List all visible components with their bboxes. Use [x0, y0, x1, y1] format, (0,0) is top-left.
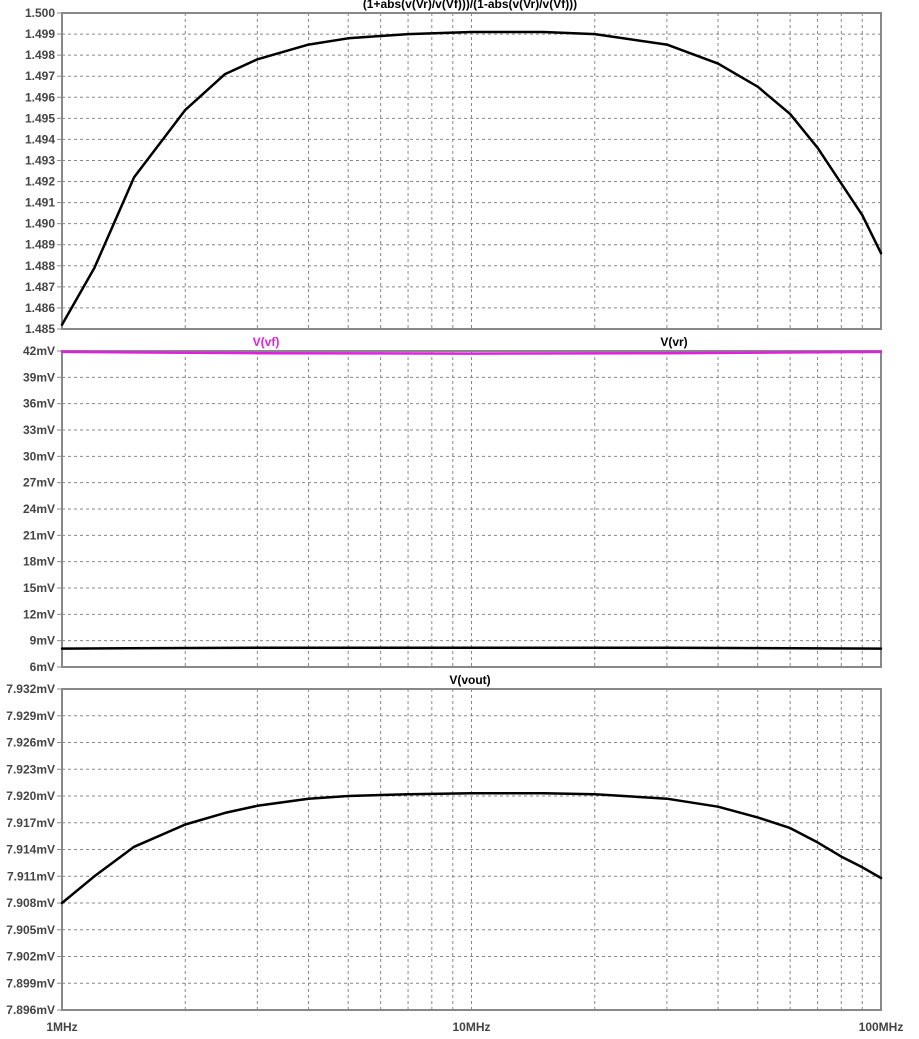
y-tick-label: 1.496	[25, 90, 55, 104]
y-tick-label: 7.914mV	[6, 843, 55, 857]
y-tick-label: 7.902mV	[6, 950, 55, 964]
y-tick-label: 7.926mV	[6, 736, 55, 750]
y-tick-label: 1.485	[25, 322, 55, 336]
y-tick-label: 1.500	[25, 6, 55, 20]
x-tick-label: 1MHz	[46, 1020, 77, 1034]
y-tick-label: 12mV	[23, 607, 55, 621]
y-tick-label: 7.899mV	[6, 976, 55, 990]
x-tick-label: 100MHz	[859, 1020, 904, 1034]
y-tick-label: 30mV	[23, 449, 55, 463]
y-tick-label: 36mV	[23, 397, 55, 411]
y-tick-label: 15mV	[23, 581, 55, 595]
y-tick-label: 33mV	[23, 423, 55, 437]
y-tick-label: 1.487	[25, 280, 55, 294]
y-tick-label: 1.495	[25, 111, 55, 125]
y-tick-label: 24mV	[23, 502, 55, 516]
y-tick-label: 7.905mV	[6, 923, 55, 937]
y-tick-label: 18mV	[23, 555, 55, 569]
y-tick-label: 1.494	[25, 132, 55, 146]
y-tick-label: 7.929mV	[6, 709, 55, 723]
trace-label: V(vout)	[449, 673, 490, 687]
y-tick-label: 1.498	[25, 48, 55, 62]
y-tick-label: 7.920mV	[6, 789, 55, 803]
y-tick-label: 1.486	[25, 301, 55, 315]
y-tick-label: 1.491	[25, 196, 55, 210]
trace-label: (1+abs(v(Vr)/v(Vf)))/(1-abs(v(Vr)/v(Vf))…	[363, 0, 577, 11]
y-tick-label: 7.923mV	[6, 762, 55, 776]
y-tick-label: 1.497	[25, 69, 55, 83]
y-tick-label: 7.896mV	[6, 1003, 55, 1017]
y-tick-label: 1.490	[25, 217, 55, 231]
y-tick-label: 7.932mV	[6, 682, 55, 696]
x-tick-label: 10MHz	[452, 1020, 490, 1034]
y-tick-label: 6mV	[30, 660, 55, 674]
y-tick-label: 9mV	[30, 634, 55, 648]
y-tick-label: 1.489	[25, 238, 55, 252]
waveform-viewer: 1.485 1.486 1.487 1.488 1.489 1.490 1.491 1.492…	[6, 0, 904, 1034]
y-tick-label: 1.499	[25, 27, 55, 41]
y-tick-label: 1.488	[25, 259, 55, 273]
trace-v-vr	[60, 646, 883, 650]
y-tick-label: 7.911mV	[7, 869, 55, 883]
y-tick-label: 39mV	[23, 370, 55, 384]
y-tick-label: 7.917mV	[6, 816, 55, 830]
y-tick-label: 21mV	[23, 528, 55, 542]
y-tick-label: 1.492	[25, 175, 55, 189]
y-tick-label: 7.908mV	[6, 896, 55, 910]
trace-label: V(vf)	[253, 335, 280, 349]
trace-label: V(vr)	[660, 335, 687, 349]
y-tick-label: 42mV	[23, 344, 55, 358]
y-tick-label: 1.493	[25, 153, 55, 167]
y-tick-label: 27mV	[23, 476, 55, 490]
